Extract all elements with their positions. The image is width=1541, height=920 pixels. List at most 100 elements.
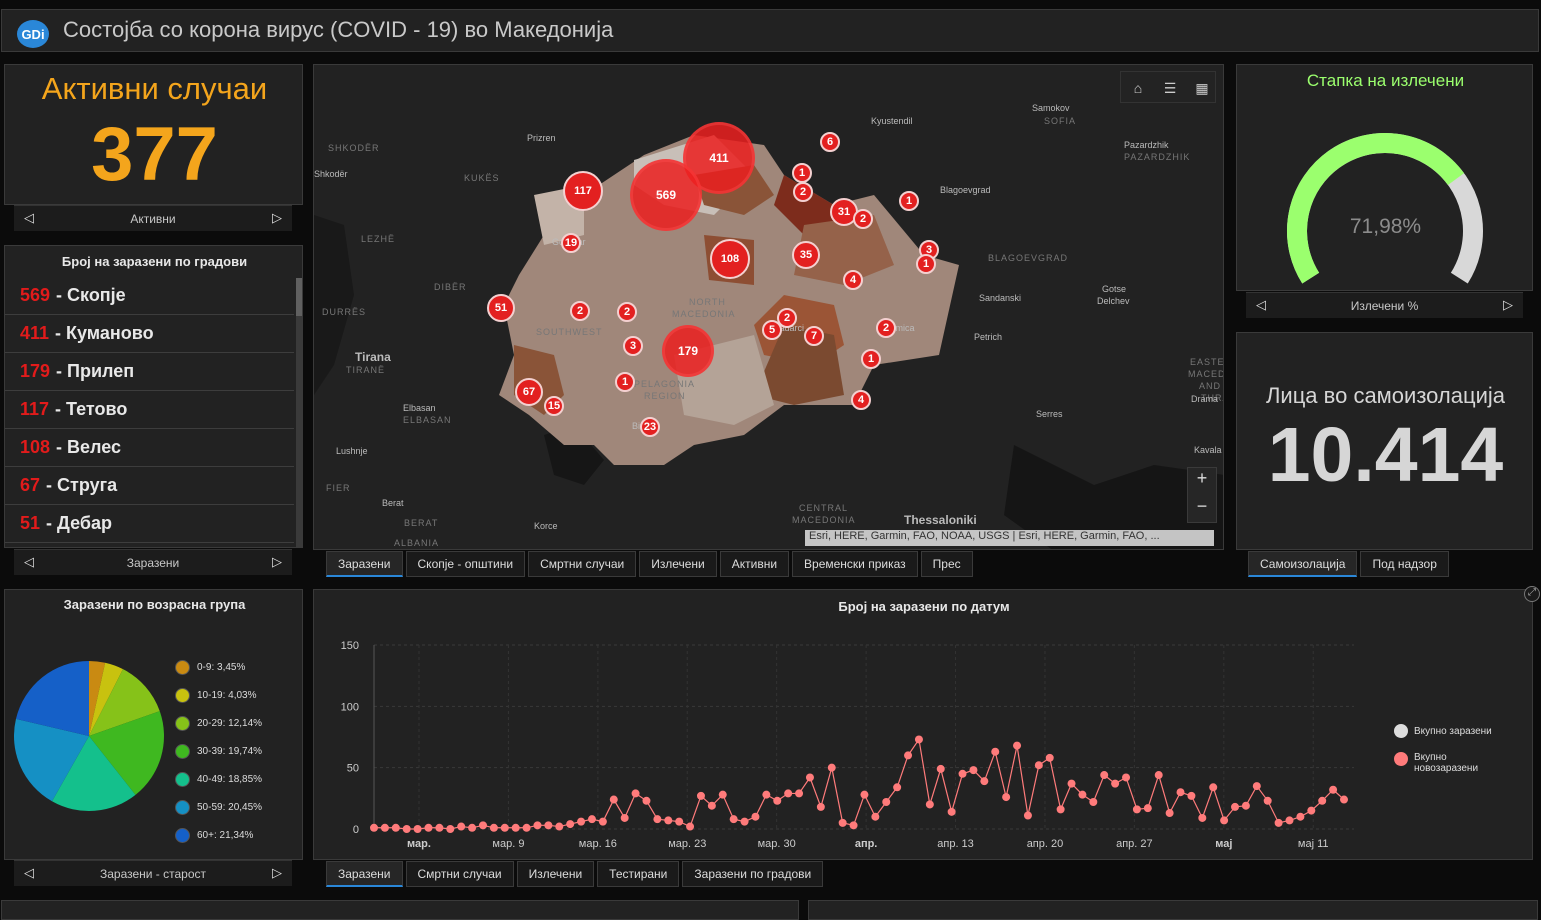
- map-cluster-marker[interactable]: 2: [853, 209, 873, 229]
- isolation-panel: Лица во самоизолација 10.414: [1236, 332, 1533, 550]
- timeline-tab[interactable]: Заразени: [326, 861, 403, 887]
- age-legend-item[interactable]: 50-59: 20,45%: [175, 793, 262, 821]
- map-tab[interactable]: Скопје - општини: [405, 551, 526, 577]
- legend-swatch: [175, 743, 190, 759]
- map-cluster-marker[interactable]: 2: [570, 301, 590, 321]
- age-legend-item[interactable]: 40-49: 18,85%: [175, 765, 262, 793]
- map-cluster-marker[interactable]: 108: [710, 239, 750, 279]
- legend-new[interactable]: Вкупно новозаразени: [1394, 752, 1478, 774]
- map-place-label: Korce: [534, 521, 558, 531]
- map-cluster-marker[interactable]: 1: [861, 349, 881, 369]
- data-point: [816, 802, 825, 811]
- home-icon[interactable]: ⌂: [1123, 74, 1153, 102]
- city-row[interactable]: 117- Тетово: [5, 391, 294, 429]
- map-cluster-marker[interactable]: 2: [617, 302, 637, 322]
- map-panel[interactable]: Prizren SHKODËR KUKËS LEZHË DIBËR DURRËS Tiran…: [313, 64, 1224, 550]
- city-row[interactable]: 108- Велес: [5, 429, 294, 467]
- map-cluster-marker[interactable]: 51: [487, 294, 515, 322]
- prev-arrow-icon[interactable]: ◁: [24, 210, 34, 226]
- data-point: [1100, 771, 1109, 780]
- map-cluster-marker[interactable]: 569: [630, 159, 702, 231]
- map-place-label: Pazardzhik: [1124, 140, 1169, 150]
- map-attribution[interactable]: Esri, HERE, Garmin, FAO, NOAA, USGS | Es…: [805, 530, 1214, 546]
- age-legend-item[interactable]: 0-9: 3,45%: [175, 653, 262, 681]
- map-cluster-marker[interactable]: 35: [792, 241, 820, 269]
- map-cluster-marker[interactable]: 23: [640, 417, 660, 437]
- zoom-out-button[interactable]: −: [1188, 496, 1216, 523]
- map-tab[interactable]: Заразени: [326, 551, 403, 577]
- next-arrow-icon[interactable]: ▷: [272, 554, 282, 570]
- city-row[interactable]: 411- Куманово: [5, 315, 294, 353]
- cities-scroll-thumb[interactable]: [296, 278, 302, 316]
- map-cluster-marker[interactable]: 5: [762, 320, 782, 340]
- prev-arrow-icon[interactable]: ◁: [1256, 297, 1266, 313]
- map-cluster-marker[interactable]: 1: [916, 254, 936, 274]
- map-cluster-marker[interactable]: 2: [876, 318, 896, 338]
- data-point: [773, 796, 782, 805]
- prev-arrow-icon[interactable]: ◁: [24, 865, 34, 881]
- map-cluster-marker[interactable]: 3: [623, 336, 643, 356]
- legend-label: 50-59: 20,45%: [197, 801, 263, 813]
- age-legend-item[interactable]: 20-29: 12,14%: [175, 709, 262, 737]
- cities-scrollbar[interactable]: [296, 278, 302, 548]
- data-point: [664, 816, 673, 825]
- map-cluster-marker[interactable]: 2: [793, 182, 813, 202]
- timeline-tab[interactable]: Заразени по градови: [682, 861, 824, 887]
- zoom-in-button[interactable]: +: [1188, 468, 1216, 495]
- map-canvas[interactable]: [314, 65, 1224, 550]
- map-cluster-marker[interactable]: 19: [561, 233, 581, 253]
- legend-total[interactable]: Вкупно заразени: [1394, 724, 1492, 738]
- next-arrow-icon[interactable]: ▷: [272, 210, 282, 226]
- legend-list-icon[interactable]: ☰: [1155, 74, 1185, 102]
- age-panel: Заразени по возрасна група 0-9: 3,45% 10-…: [4, 589, 303, 860]
- isolation-tab[interactable]: Под надзор: [1360, 551, 1449, 577]
- age-legend-item[interactable]: 10-19: 4,03%: [175, 681, 262, 709]
- map-cluster-marker[interactable]: 7: [804, 326, 824, 346]
- data-point: [675, 817, 684, 826]
- map-tab[interactable]: Смртни случаи: [528, 551, 637, 577]
- city-row[interactable]: 51- Дебар: [5, 505, 294, 543]
- timeline-tab[interactable]: Смртни случаи: [405, 861, 514, 887]
- map-tab[interactable]: Излечени: [639, 551, 717, 577]
- map-cluster-marker[interactable]: 4: [843, 270, 863, 290]
- data-point: [478, 821, 487, 830]
- map-cluster-marker[interactable]: 15: [544, 396, 564, 416]
- city-row[interactable]: 179- Прилеп: [5, 353, 294, 391]
- map-cluster-marker[interactable]: 1: [615, 372, 635, 392]
- isolation-tab[interactable]: Самоизолација: [1248, 551, 1358, 577]
- city-row[interactable]: 569- Скопје: [5, 277, 294, 315]
- data-point: [1023, 811, 1032, 820]
- next-arrow-icon[interactable]: ▷: [1503, 297, 1513, 313]
- map-cluster-marker[interactable]: 1: [792, 163, 812, 183]
- map-cluster-marker[interactable]: 67: [515, 378, 543, 406]
- prev-arrow-icon[interactable]: ◁: [24, 554, 34, 570]
- age-legend-item[interactable]: 60+: 21,34%: [175, 821, 262, 849]
- expand-icon[interactable]: ⤢: [1524, 586, 1540, 602]
- map-tab[interactable]: Прес: [920, 551, 973, 577]
- map-tab[interactable]: Активни: [719, 551, 790, 577]
- map-cluster-marker[interactable]: 4: [851, 390, 871, 410]
- map-cluster-marker[interactable]: 179: [662, 325, 714, 377]
- next-arrow-icon[interactable]: ▷: [272, 865, 282, 881]
- legend-total-label: Вкупно заразени: [1414, 725, 1492, 737]
- basemap-gallery-icon[interactable]: ▦: [1187, 74, 1217, 102]
- timeline-tab[interactable]: Тестирани: [597, 861, 680, 887]
- y-tick-label: 0: [353, 824, 359, 836]
- map-place-label: DIBËR: [434, 282, 467, 292]
- map-place-label: Prizren: [527, 133, 556, 143]
- data-point: [860, 790, 869, 799]
- age-legend-item[interactable]: 30-39: 19,74%: [175, 737, 262, 765]
- legend-swatch: [175, 687, 190, 703]
- map-cluster-marker[interactable]: 1: [899, 191, 919, 211]
- timeline-tab[interactable]: Излечени: [516, 861, 595, 887]
- city-row[interactable]: 67- Струга: [5, 467, 294, 505]
- map-cluster-marker[interactable]: 117: [563, 171, 603, 211]
- data-point: [1034, 761, 1043, 770]
- active-cases-panel: Активни случаи 377: [4, 64, 303, 205]
- map-place-label: Kyustendil: [871, 116, 913, 126]
- map-place-label: MACEDON: [1188, 369, 1223, 379]
- map-tab[interactable]: Временски приказ: [792, 551, 918, 577]
- map-cluster-marker[interactable]: 6: [820, 132, 840, 152]
- data-point: [413, 825, 422, 833]
- map-place-label: Tirana: [355, 350, 391, 364]
